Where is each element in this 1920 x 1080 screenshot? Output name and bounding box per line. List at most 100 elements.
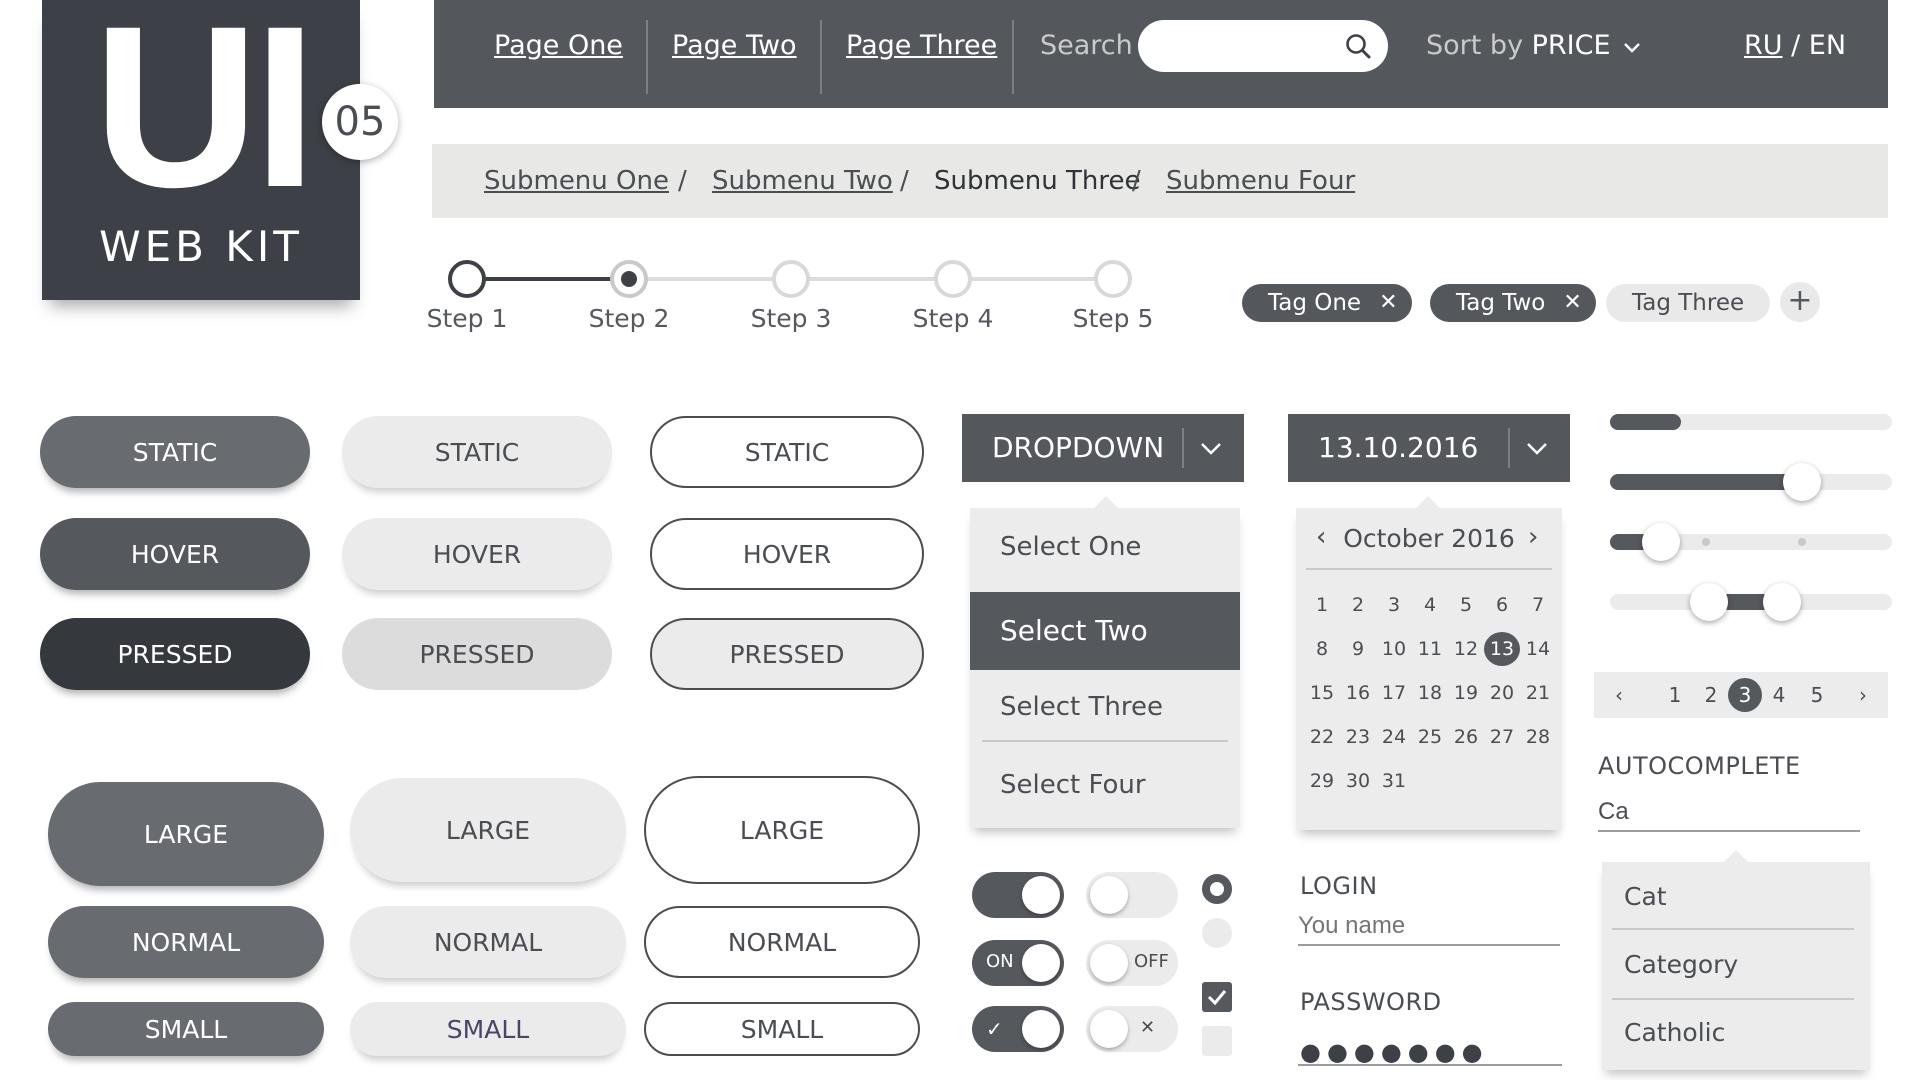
password-input[interactable]: ●●●●●●● (1300, 1038, 1489, 1066)
step-dot-1[interactable] (448, 260, 486, 298)
calendar-day[interactable]: 29 (1304, 764, 1340, 798)
close-icon[interactable]: ✕ (1379, 284, 1397, 322)
tag-three[interactable]: Tag Three (1606, 284, 1771, 322)
calendar-day[interactable]: 24 (1376, 720, 1412, 754)
toggle-off-labeled[interactable]: OFF (1086, 940, 1178, 986)
toggle-on-labeled[interactable]: ON (972, 940, 1064, 986)
search-icon[interactable] (1344, 32, 1372, 60)
calendar-day[interactable]: 16 (1340, 676, 1376, 710)
step-dot-5[interactable] (1094, 260, 1132, 298)
calendar-day[interactable]: 23 (1340, 720, 1376, 754)
calendar-day[interactable]: 14 (1520, 632, 1556, 666)
calendar-day[interactable]: 8 (1304, 632, 1340, 666)
suggestion-item[interactable]: Category (1624, 950, 1738, 979)
calendar-day[interactable]: 28 (1520, 720, 1556, 754)
autocomplete-input[interactable] (1598, 794, 1860, 832)
toggle-on[interactable] (972, 872, 1064, 918)
pagination-page-1[interactable]: 1 (1658, 678, 1692, 712)
calendar-day[interactable]: 20 (1484, 676, 1520, 710)
outline-normal-button[interactable]: NORMAL (644, 906, 920, 978)
calendar-day[interactable]: 18 (1412, 676, 1448, 710)
toggle-off[interactable] (1086, 872, 1178, 918)
light-large-button[interactable]: LARGE (350, 778, 626, 882)
slider-handle[interactable] (1782, 463, 1821, 501)
calendar-day[interactable]: 27 (1484, 720, 1520, 754)
pagination-next-icon[interactable]: › (1846, 678, 1880, 712)
breadcrumb-item-1[interactable]: Submenu One (484, 166, 669, 196)
calendar-day[interactable]: 10 (1376, 632, 1412, 666)
calendar-day[interactable]: 19 (1448, 676, 1484, 710)
calendar-day[interactable]: 1 (1304, 588, 1340, 622)
dropdown-option-4[interactable]: Select Four (970, 746, 1240, 824)
suggestion-item[interactable]: Catholic (1624, 1018, 1725, 1047)
dark-hover-button[interactable]: HOVER (40, 518, 310, 590)
dark-small-button[interactable]: SMALL (48, 1002, 324, 1056)
calendar-day[interactable]: 21 (1520, 676, 1556, 710)
outline-pressed-button[interactable]: PRESSED (650, 618, 924, 690)
radio-unselected[interactable] (1202, 918, 1232, 948)
range-handle-high[interactable] (1763, 583, 1802, 621)
calendar-day[interactable]: 31 (1376, 764, 1412, 798)
lang-en[interactable]: EN (1809, 30, 1846, 61)
sort-dropdown[interactable]: Sort by PRICE (1426, 30, 1641, 61)
step-dot-3[interactable] (772, 260, 810, 298)
radio-selected[interactable] (1202, 874, 1232, 904)
tag-one[interactable]: Tag One ✕ (1242, 284, 1412, 322)
calendar-day[interactable]: 12 (1448, 632, 1484, 666)
nav-link-page-one[interactable]: Page One (494, 30, 623, 61)
breadcrumb-item-2[interactable]: Submenu Two (712, 166, 893, 196)
checkbox-checked[interactable] (1202, 982, 1232, 1012)
outline-small-button[interactable]: SMALL (644, 1002, 920, 1056)
light-small-button[interactable]: SMALL (350, 1002, 626, 1056)
pagination-page-5[interactable]: 5 (1800, 678, 1834, 712)
tag-two[interactable]: Tag Two ✕ (1430, 284, 1596, 322)
dark-static-button[interactable]: STATIC (40, 416, 310, 488)
dark-pressed-button[interactable]: PRESSED (40, 618, 310, 690)
calendar-day[interactable]: 25 (1412, 720, 1448, 754)
calendar-day[interactable]: 7 (1520, 588, 1556, 622)
calendar-day[interactable]: 5 (1448, 588, 1484, 622)
dropdown-button[interactable]: DROPDOWN (962, 414, 1244, 482)
calendar-day-selected[interactable]: 13 (1484, 632, 1520, 666)
nav-link-page-three[interactable]: Page Three (846, 30, 997, 61)
calendar-day[interactable]: 30 (1340, 764, 1376, 798)
outline-static-button[interactable]: STATIC (650, 416, 924, 488)
dark-large-button[interactable]: LARGE (48, 782, 324, 886)
toggle-on-check[interactable]: ✓ (972, 1006, 1064, 1052)
calendar-day[interactable]: 3 (1376, 588, 1412, 622)
dropdown-option-2[interactable]: Select Two (970, 592, 1240, 670)
calendar-day[interactable]: 22 (1304, 720, 1340, 754)
calendar-day[interactable]: 11 (1412, 632, 1448, 666)
login-input[interactable] (1298, 908, 1560, 946)
light-static-button[interactable]: STATIC (342, 416, 612, 488)
calendar-day[interactable]: 9 (1340, 632, 1376, 666)
search-input[interactable] (1158, 20, 1348, 72)
nav-link-page-two[interactable]: Page Two (672, 30, 797, 61)
search-box[interactable] (1138, 20, 1388, 72)
slider-handle[interactable] (1641, 523, 1680, 561)
outline-large-button[interactable]: LARGE (644, 776, 920, 884)
range-handle-low[interactable] (1689, 583, 1728, 621)
pagination-page-4[interactable]: 4 (1762, 678, 1796, 712)
step-dot-4[interactable] (934, 260, 972, 298)
calendar-next-icon[interactable]: › (1528, 522, 1538, 552)
toggle-off-x[interactable]: ✕ (1086, 1006, 1178, 1052)
outline-hover-button[interactable]: HOVER (650, 518, 924, 590)
calendar-day[interactable]: 4 (1412, 588, 1448, 622)
calendar-day[interactable]: 2 (1340, 588, 1376, 622)
light-pressed-button[interactable]: PRESSED (342, 618, 612, 690)
calendar-day[interactable]: 17 (1376, 676, 1412, 710)
lang-ru[interactable]: RU (1744, 30, 1783, 61)
checkbox-unchecked[interactable] (1202, 1026, 1232, 1056)
close-icon[interactable]: ✕ (1563, 284, 1581, 322)
add-tag-button[interactable]: + (1780, 282, 1820, 322)
pagination-prev-icon[interactable]: ‹ (1602, 678, 1636, 712)
pagination-page-current[interactable]: 3 (1728, 678, 1762, 712)
date-picker-button[interactable]: 13.10.2016 (1288, 414, 1570, 482)
light-normal-button[interactable]: NORMAL (350, 906, 626, 978)
breadcrumb-item-4[interactable]: Submenu Four (1166, 166, 1355, 196)
dropdown-option-3[interactable]: Select Three (970, 668, 1240, 746)
calendar-day[interactable]: 26 (1448, 720, 1484, 754)
calendar-day[interactable]: 6 (1484, 588, 1520, 622)
light-hover-button[interactable]: HOVER (342, 518, 612, 590)
